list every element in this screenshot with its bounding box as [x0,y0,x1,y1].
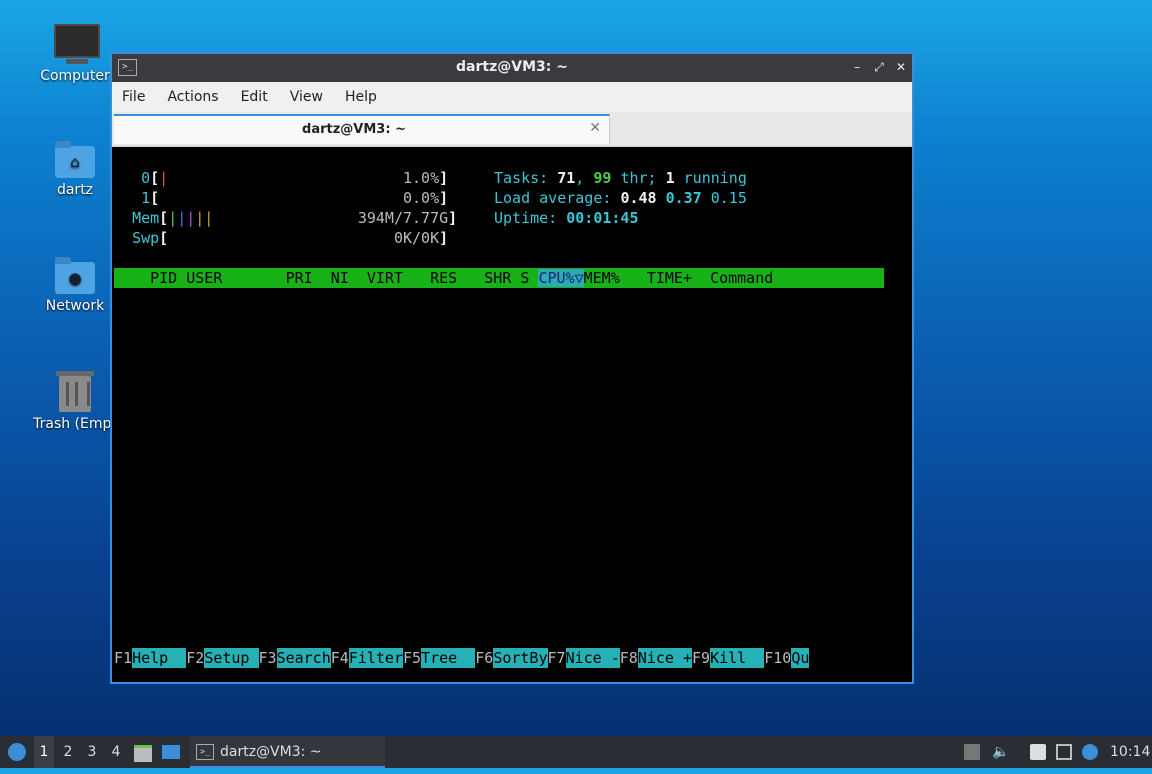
fkey-number: F7 [547,649,566,667]
taskbar: 1 2 3 4 >_ dartz@VM3: ~ 🔈 10:14 [0,736,1152,768]
workspace-3[interactable]: 3 [82,736,102,768]
process-table-header: PID USER PRI NI VIRT RES SHR S CPU%▽MEM%… [114,268,884,288]
task-title: dartz@VM3: ~ [220,744,322,760]
terminal-window[interactable]: >_ dartz@VM3: ~ – ⤢ ✕ File Actions Edit … [110,52,914,684]
fkey-search[interactable]: Search [276,648,331,668]
window-title: dartz@VM3: ~ [456,59,568,75]
fkey-number: F4 [330,649,349,667]
fkey-sortby[interactable]: SortBy [493,648,548,668]
fkey-number: F1 [114,649,133,667]
col-virt[interactable]: VIRT [367,269,403,287]
col-res[interactable]: RES [430,269,457,287]
network-icon[interactable] [1056,744,1072,760]
clock[interactable]: 10:14 [1110,736,1150,768]
desktop-icon-network[interactable]: ● Network [28,257,122,314]
home-folder-icon: ⌂ [55,141,95,178]
uptime-line: Uptime: 00:01:45 [494,209,639,227]
col-state[interactable]: S [520,269,529,287]
function-key-bar: F1 Help F2 Setup F3 Search F4 Filter F5 Tree … [114,648,810,668]
workspace-1[interactable]: 1 [34,736,54,768]
mem-meter: Mem[||||| 394M/7.77G] [132,209,458,227]
taskbar-task-terminal[interactable]: >_ dartz@VM3: ~ [190,736,385,768]
load-average-line: Load average: 0.48 0.37 0.15 [494,189,747,207]
notification-icon[interactable] [1082,744,1098,760]
tab-title: dartz@VM3: ~ [302,122,406,137]
terminal-icon: >_ [196,744,214,760]
cpu0-meter: 0[| 1.0%] [141,169,449,187]
minimize-button[interactable]: – [848,58,866,76]
col-pri[interactable]: PRI [286,269,313,287]
cpu1-meter: 1[ 0.0%] [141,189,449,207]
col-shr[interactable]: SHR [484,269,511,287]
col-command[interactable]: Command [710,269,773,287]
volume-icon[interactable]: 🔈 [992,744,1009,760]
fkey-nice-plus[interactable]: Nice + [637,648,692,668]
tab-close-icon[interactable]: ✕ [589,120,601,136]
desktop-icon-label: dartz [56,182,94,198]
fkey-number: F2 [186,649,205,667]
file-manager-launcher[interactable] [134,736,156,768]
workspace-4[interactable]: 4 [106,736,126,768]
tab-bar: dartz@VM3: ~ ✕ [112,112,912,147]
fkey-filter[interactable]: Filter [348,648,403,668]
close-button[interactable]: ✕ [892,58,910,76]
fkey-number: F9 [692,649,711,667]
desktop-icon-home[interactable]: ⌂ dartz [28,141,122,198]
col-time[interactable]: TIME+ [647,269,692,287]
fkey-help[interactable]: Help [132,648,187,668]
tasks-line: Tasks: 71, 99 thr; 1 running [494,169,747,187]
tab-terminal[interactable]: dartz@VM3: ~ ✕ [114,114,610,144]
desktop-icon [162,745,180,759]
fkey-kill[interactable]: Kill [710,648,765,668]
eject-icon[interactable] [964,744,980,760]
fkey-number: F10 [764,649,792,667]
maximize-button[interactable]: ⤢ [870,58,888,76]
menu-view[interactable]: View [290,89,323,105]
col-mem[interactable]: MEM% [584,269,620,287]
desktop-icon-label: Network [45,298,105,314]
start-menu-button[interactable] [4,736,30,768]
desktop-icon-computer[interactable]: Computer [28,24,122,84]
window-titlebar[interactable]: >_ dartz@VM3: ~ – ⤢ ✕ [112,54,912,82]
desktop-icon-label: Computer [40,68,110,84]
fkey-quit[interactable]: Qu [791,648,810,668]
workspace-2[interactable]: 2 [58,736,78,768]
fkey-setup[interactable]: Setup [204,648,259,668]
fkey-number: F8 [619,649,638,667]
fkey-tree[interactable]: Tree [421,648,476,668]
desktop-icon-trash[interactable]: Trash (Empt [28,371,122,432]
menu-bar: File Actions Edit View Help [112,82,912,112]
col-pid[interactable]: PID [150,269,177,287]
network-folder-icon: ● [55,257,95,294]
fkey-number: F3 [258,649,277,667]
menu-edit[interactable]: Edit [241,89,268,105]
file-manager-icon [134,745,152,762]
desktop-icon-label: Trash (Empt [33,416,117,432]
show-desktop-button[interactable] [162,736,184,768]
col-cpu-sorted[interactable]: CPU%▽ [538,269,584,287]
trash-icon [56,371,94,412]
menu-actions[interactable]: Actions [167,89,218,105]
fkey-number: F5 [403,649,422,667]
fkey-nice-minus[interactable]: Nice - [565,648,620,668]
computer-icon [54,24,100,64]
app-menu-icon [8,743,26,761]
menu-help[interactable]: Help [345,89,377,105]
col-ni[interactable]: NI [331,269,349,287]
clipboard-icon[interactable] [1030,744,1046,760]
menu-file[interactable]: File [122,89,145,105]
col-user[interactable]: USER [186,269,222,287]
htop-screen[interactable]: 0[| 1.0%] 1[ 0.0%] Mem[||||| 394M/7.77G]… [114,148,910,680]
swap-meter: Swp[ 0K/0K] [132,229,449,247]
fkey-number: F6 [475,649,494,667]
